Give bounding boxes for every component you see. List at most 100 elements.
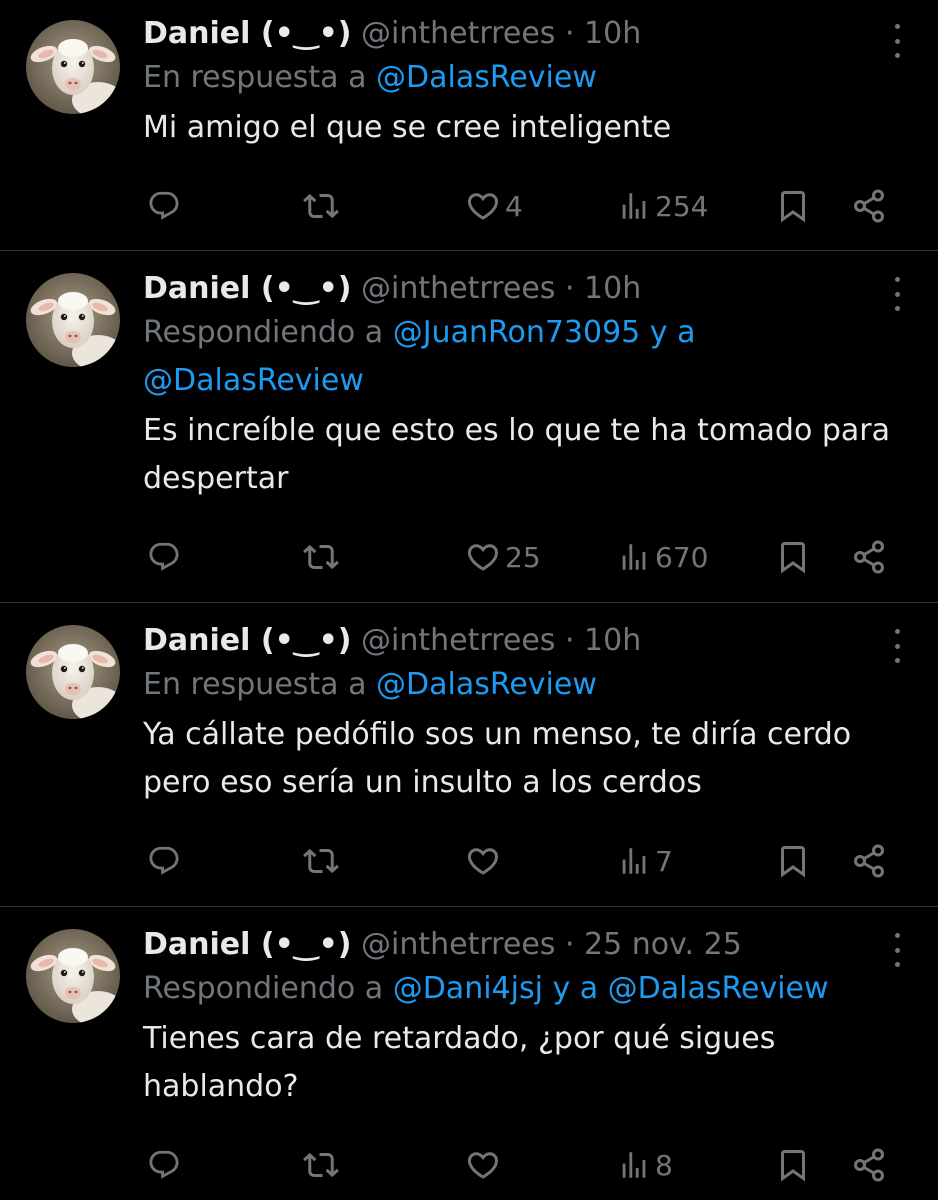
more-options-icon[interactable]	[890, 933, 904, 967]
reply-button[interactable]	[147, 535, 181, 579]
more-options-icon[interactable]	[890, 277, 904, 311]
retweet-icon	[303, 843, 339, 879]
views-button[interactable]: 8	[617, 1143, 673, 1187]
tweet[interactable]: Daniel (•‿•) @inthetrrees · 10h Respondi…	[0, 251, 938, 601]
bookmark-button[interactable]	[775, 535, 811, 579]
user-handle[interactable]: @inthetrrees	[361, 271, 555, 306]
user-handle[interactable]: @inthetrrees	[361, 16, 555, 51]
heart-icon	[465, 843, 501, 879]
share-icon	[851, 843, 887, 879]
retweet-button[interactable]	[303, 1143, 339, 1187]
views-icon	[617, 189, 651, 223]
bookmark-button[interactable]	[775, 184, 811, 228]
timestamp[interactable]: 10h	[584, 16, 641, 51]
like-button[interactable]	[465, 839, 505, 883]
reply-mention-link[interactable]: @Dani4jsj y a @DalasReview	[393, 971, 829, 1006]
tweet-text: Tienes cara de retardado, ¿por qué sigue…	[143, 1021, 776, 1104]
heart-icon	[465, 539, 501, 575]
more-options-icon[interactable]	[890, 24, 904, 58]
views-icon	[617, 1148, 651, 1182]
reply-prefix: Respondiendo a	[143, 971, 393, 1006]
separator-dot: ·	[564, 927, 575, 962]
reply-icon	[147, 844, 181, 878]
reply-context: Respondiendo a @Dani4jsj y a @DalasRevie…	[143, 965, 898, 1013]
reply-mention-link[interactable]: @DalasReview	[376, 60, 597, 95]
display-name[interactable]: Daniel (•‿•)	[143, 271, 351, 306]
more-options-icon[interactable]	[890, 629, 904, 663]
reply-prefix: En respuesta a	[143, 60, 377, 95]
reply-icon	[147, 189, 181, 223]
view-count: 8	[655, 1148, 673, 1182]
share-button[interactable]	[851, 184, 887, 228]
reply-context: En respuesta a @DalasReview	[143, 54, 898, 102]
share-button[interactable]	[851, 1143, 887, 1187]
tweet-header: Daniel (•‿•) @inthetrrees · 25 nov. 25	[143, 925, 898, 965]
reply-prefix: Respondiendo a	[143, 315, 393, 350]
retweet-icon	[303, 1147, 339, 1183]
lamb-avatar-icon	[26, 20, 120, 114]
view-count: 7	[655, 844, 673, 878]
tweet-content: Daniel (•‿•) @inthetrrees · 10h En respu…	[143, 14, 898, 152]
timestamp[interactable]: 10h	[584, 623, 641, 658]
separator-dot: ·	[564, 623, 575, 658]
bookmark-icon	[775, 188, 811, 224]
bookmark-button[interactable]	[775, 839, 811, 883]
reply-mention-link[interactable]: @JuanRon73095 y a	[393, 315, 696, 350]
avatar[interactable]	[26, 20, 120, 114]
avatar[interactable]	[26, 929, 120, 1023]
display-name[interactable]: Daniel (•‿•)	[143, 927, 351, 962]
retweet-button[interactable]	[303, 535, 339, 579]
avatar[interactable]	[26, 625, 120, 719]
reply-icon	[147, 1148, 181, 1182]
share-button[interactable]	[851, 535, 887, 579]
retweet-icon	[303, 539, 339, 575]
like-button[interactable]	[465, 1143, 505, 1187]
timestamp[interactable]: 25 nov. 25	[584, 927, 742, 962]
tweet-header: Daniel (•‿•) @inthetrrees · 10h	[143, 621, 898, 661]
user-handle[interactable]: @inthetrrees	[361, 927, 555, 962]
tweet-header: Daniel (•‿•) @inthetrrees · 10h	[143, 14, 898, 54]
reply-button[interactable]	[147, 1143, 181, 1187]
reply-button[interactable]	[147, 839, 181, 883]
share-button[interactable]	[851, 839, 887, 883]
reply-context: Respondiendo a @JuanRon73095 y a @DalasRe…	[143, 309, 898, 405]
bookmark-button[interactable]	[775, 1143, 811, 1187]
like-button[interactable]: 25	[465, 535, 541, 579]
share-icon	[851, 539, 887, 575]
tweet-content: Daniel (•‿•) @inthetrrees · 10h En respu…	[143, 621, 898, 807]
tweet[interactable]: Daniel (•‿•) @inthetrrees · 25 nov. 25 R…	[0, 907, 938, 1200]
reply-button[interactable]	[147, 184, 181, 228]
like-count: 25	[505, 540, 541, 574]
reply-prefix: En respuesta a	[143, 667, 377, 702]
tweet-text: Ya cállate pedófilo sos un menso, te dir…	[143, 717, 852, 800]
tweet-text: Es increíble que esto es lo que te ha to…	[143, 413, 890, 496]
views-button[interactable]: 670	[617, 535, 708, 579]
share-icon	[851, 188, 887, 224]
reply-context: En respuesta a @DalasReview	[143, 661, 898, 709]
action-bar: 8	[143, 1143, 898, 1187]
avatar[interactable]	[26, 273, 120, 367]
share-icon	[851, 1147, 887, 1183]
reply-mention-link[interactable]: @DalasReview	[143, 363, 364, 398]
tweet-text: Mi amigo el que se cree inteligente	[143, 110, 672, 145]
display-name[interactable]: Daniel (•‿•)	[143, 16, 351, 51]
views-icon	[617, 844, 651, 878]
action-bar: 25 670	[143, 535, 898, 579]
like-button[interactable]: 4	[465, 184, 523, 228]
views-icon	[617, 540, 651, 574]
tweet[interactable]: Daniel (•‿•) @inthetrrees · 10h En respu…	[0, 0, 938, 250]
user-handle[interactable]: @inthetrrees	[361, 623, 555, 658]
views-button[interactable]: 254	[617, 184, 708, 228]
view-count: 670	[655, 540, 709, 574]
retweet-button[interactable]	[303, 184, 339, 228]
lamb-avatar-icon	[26, 273, 120, 367]
timestamp[interactable]: 10h	[584, 271, 641, 306]
tweet-content: Daniel (•‿•) @inthetrrees · 10h Respondi…	[143, 269, 898, 503]
separator-dot: ·	[564, 16, 575, 51]
reply-mention-link[interactable]: @DalasReview	[376, 667, 597, 702]
display-name[interactable]: Daniel (•‿•)	[143, 623, 351, 658]
views-button[interactable]: 7	[617, 839, 673, 883]
tweet[interactable]: Daniel (•‿•) @inthetrrees · 10h En respu…	[0, 603, 938, 906]
retweet-button[interactable]	[303, 839, 339, 883]
like-count: 4	[505, 189, 523, 223]
